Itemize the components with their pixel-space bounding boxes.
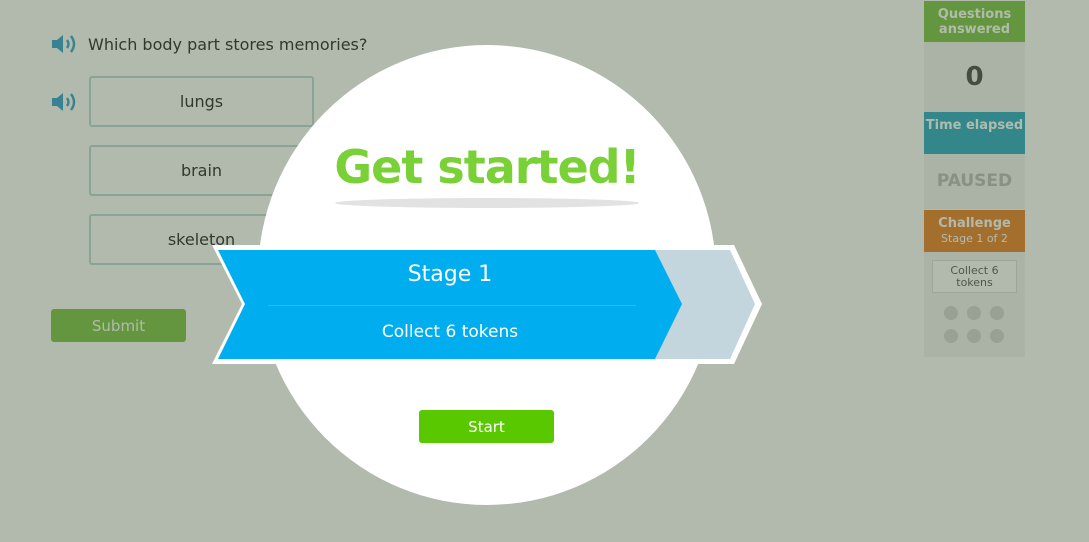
title-underline <box>335 198 639 208</box>
banner-divider <box>268 305 636 306</box>
stage-goal: Collect 6 tokens <box>381 322 519 342</box>
stage-label: Stage 1 <box>407 262 493 287</box>
dialog-title: Get started! <box>334 140 640 194</box>
start-button[interactable]: Start <box>419 410 554 443</box>
